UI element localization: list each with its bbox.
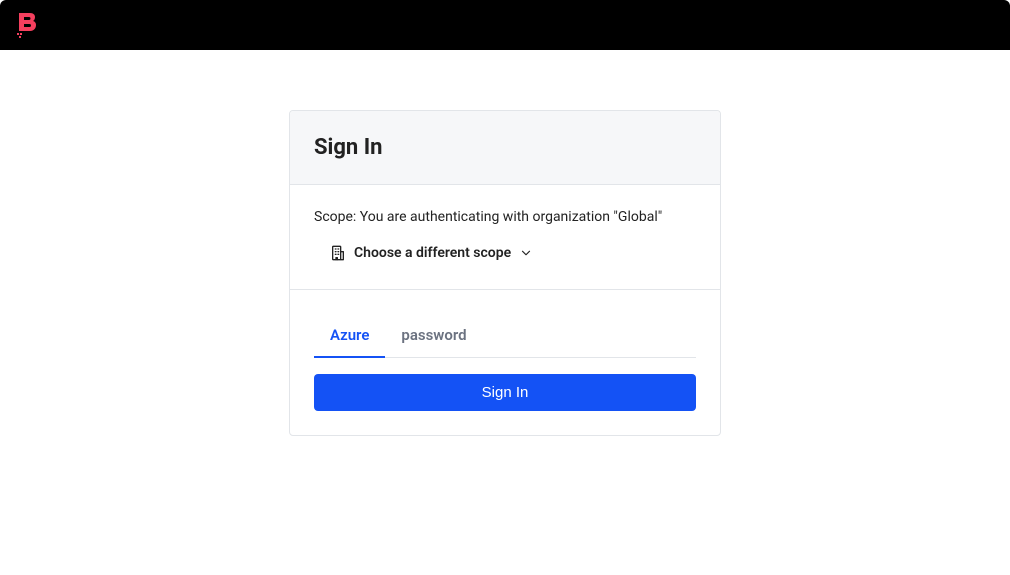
card-title: Sign In xyxy=(314,135,696,160)
choose-scope-label: Choose a different scope xyxy=(354,245,511,261)
building-icon xyxy=(330,245,346,261)
scope-text: Scope: You are authenticating with organ… xyxy=(314,209,696,225)
chevron-down-icon xyxy=(519,246,533,260)
app-logo xyxy=(16,11,40,39)
auth-tabs: Azure password xyxy=(314,314,696,358)
scope-section: Scope: You are authenticating with organ… xyxy=(290,185,720,290)
auth-section: Azure password Sign In xyxy=(290,290,720,435)
tab-password[interactable]: password xyxy=(385,314,482,358)
signin-button[interactable]: Sign In xyxy=(314,374,696,411)
signin-card: Sign In Scope: You are authenticating wi… xyxy=(289,110,721,436)
logo-icon xyxy=(16,11,40,39)
choose-scope-link[interactable]: Choose a different scope xyxy=(314,245,533,261)
app-header xyxy=(0,0,1010,50)
tab-azure[interactable]: Azure xyxy=(314,314,385,358)
card-header: Sign In xyxy=(290,111,720,185)
